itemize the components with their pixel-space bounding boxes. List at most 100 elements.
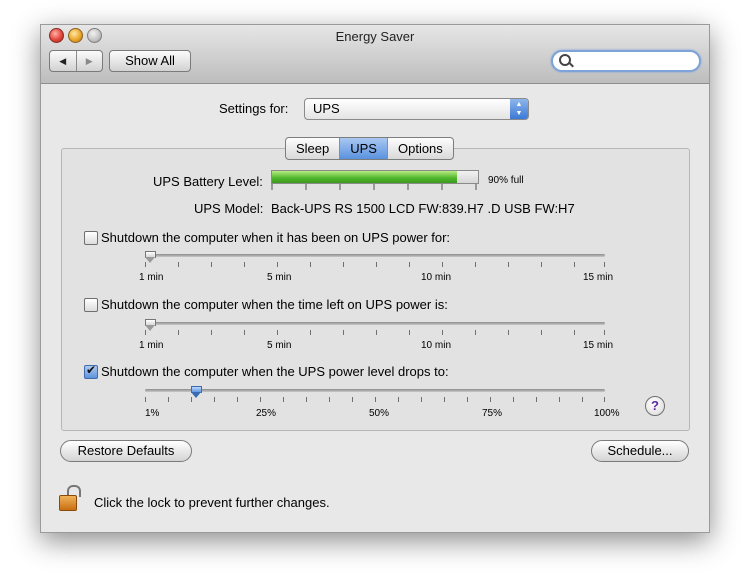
settings-for-label: Settings for: <box>219 101 289 116</box>
power-level-tick-label: 50% <box>369 408 390 419</box>
lock-body <box>59 495 77 511</box>
slider-tick <box>513 397 514 402</box>
title-bar: Energy Saver ◀ ▶ Show All <box>41 25 709 84</box>
slider-tick <box>604 397 605 402</box>
option-time-left-label: Shutdown the computer when the time left… <box>101 297 448 312</box>
tab-sleep[interactable]: Sleep <box>286 138 341 159</box>
battery-tick <box>271 184 273 190</box>
help-button[interactable]: ? <box>645 396 665 416</box>
power-level-tick-label: 100% <box>594 408 620 419</box>
slider-tick <box>343 262 344 267</box>
slider-tick <box>145 262 146 267</box>
tab-ups[interactable]: UPS <box>340 138 388 159</box>
slider-tick <box>329 397 330 402</box>
ups-model-label: UPS Model: <box>194 201 264 216</box>
slider-tick <box>421 397 422 402</box>
time-left-ticks <box>145 330 605 336</box>
slider-tick <box>604 262 605 267</box>
slider-tick <box>376 262 377 267</box>
power-level-slider-track[interactable] <box>145 389 605 392</box>
search-input[interactable] <box>573 53 697 69</box>
slider-tick <box>277 262 278 267</box>
ups-battery-text: 90% full <box>488 175 524 186</box>
energy-saver-window: Energy Saver ◀ ▶ Show All Settings for: … <box>40 24 710 533</box>
slider-tick <box>211 330 212 335</box>
schedule-button[interactable]: Schedule... <box>591 440 689 462</box>
option-on-ups-time-label: Shutdown the computer when it has been o… <box>101 230 451 245</box>
slider-tick <box>409 330 410 335</box>
slider-tick <box>467 397 468 402</box>
battery-ticks <box>271 184 477 190</box>
ups-battery-bar <box>271 170 479 184</box>
option-power-level-label: Shutdown the computer when the UPS power… <box>101 364 449 379</box>
slider-tick <box>574 330 575 335</box>
slider-tick <box>178 330 179 335</box>
ups-model-value: Back-UPS RS 1500 LCD FW:839.H7 .D USB FW… <box>271 201 575 216</box>
time-left-slider-track[interactable] <box>145 322 605 325</box>
back-forward-group: ◀ ▶ <box>49 50 103 72</box>
select-arrows-icon: ▲ ▼ <box>510 99 528 119</box>
back-button[interactable]: ◀ <box>50 51 77 71</box>
on-ups-time-slider-track[interactable] <box>145 254 605 257</box>
time-left-tick-label: 10 min <box>421 340 452 351</box>
slider-tick <box>310 262 311 267</box>
ups-battery-fill <box>272 171 458 183</box>
on-ups-time-tick-label: 10 min <box>421 272 452 283</box>
slider-tick <box>508 330 509 335</box>
slider-tick <box>475 330 476 335</box>
on-ups-time-tick-label: 15 min <box>583 272 614 283</box>
search-field[interactable] <box>551 50 701 72</box>
power-level-tick-label: 75% <box>482 408 503 419</box>
tab-bar: Sleep UPS Options <box>285 137 454 160</box>
slider-tick <box>444 397 445 402</box>
settings-for-select[interactable]: UPS ▲ ▼ <box>304 98 529 120</box>
slider-tick <box>283 397 284 402</box>
power-level-ticks <box>145 397 605 403</box>
slider-tick <box>574 262 575 267</box>
search-icon <box>559 54 571 66</box>
slider-tick <box>214 397 215 402</box>
on-ups-time-tick-label: 5 min <box>267 272 292 283</box>
restore-defaults-button[interactable]: Restore Defaults <box>60 440 192 462</box>
power-level-tick-label: 1% <box>145 408 160 419</box>
slider-tick <box>211 262 212 267</box>
slider-tick <box>375 397 376 402</box>
slider-tick <box>244 262 245 267</box>
slider-tick <box>191 397 192 402</box>
slider-tick <box>310 330 311 335</box>
slider-tick <box>409 262 410 267</box>
slider-tick <box>398 397 399 402</box>
lock-message: Click the lock to prevent further change… <box>94 495 330 510</box>
slider-tick <box>475 262 476 267</box>
battery-tick <box>373 184 375 190</box>
slider-tick <box>541 262 542 267</box>
slider-tick <box>442 262 443 267</box>
option-on-ups-time-checkbox[interactable] <box>84 231 98 245</box>
slider-tick <box>536 397 537 402</box>
ups-battery-label: UPS Battery Level: <box>153 174 263 189</box>
slider-tick <box>306 397 307 402</box>
option-power-level-checkbox[interactable] <box>84 363 98 379</box>
slider-tick <box>541 330 542 335</box>
show-all-button[interactable]: Show All <box>109 50 191 72</box>
lock-icon[interactable] <box>59 485 81 511</box>
slider-tick <box>508 262 509 267</box>
slider-tick <box>178 262 179 267</box>
slider-tick <box>145 330 146 335</box>
battery-tick <box>339 184 341 190</box>
tab-options[interactable]: Options <box>388 138 453 159</box>
time-left-tick-label: 15 min <box>583 340 614 351</box>
on-ups-time-tick-label: 1 min <box>139 272 164 283</box>
power-level-tick-label: 25% <box>256 408 277 419</box>
time-left-tick-label: 1 min <box>139 340 164 351</box>
forward-button[interactable]: ▶ <box>77 51 103 71</box>
slider-tick <box>244 330 245 335</box>
slider-tick <box>260 397 261 402</box>
time-left-tick-label: 5 min <box>267 340 292 351</box>
battery-tick <box>441 184 443 190</box>
slider-tick <box>559 397 560 402</box>
slider-tick <box>582 397 583 402</box>
battery-tick <box>475 184 477 190</box>
slider-tick <box>168 397 169 402</box>
option-time-left-checkbox[interactable] <box>84 298 98 312</box>
